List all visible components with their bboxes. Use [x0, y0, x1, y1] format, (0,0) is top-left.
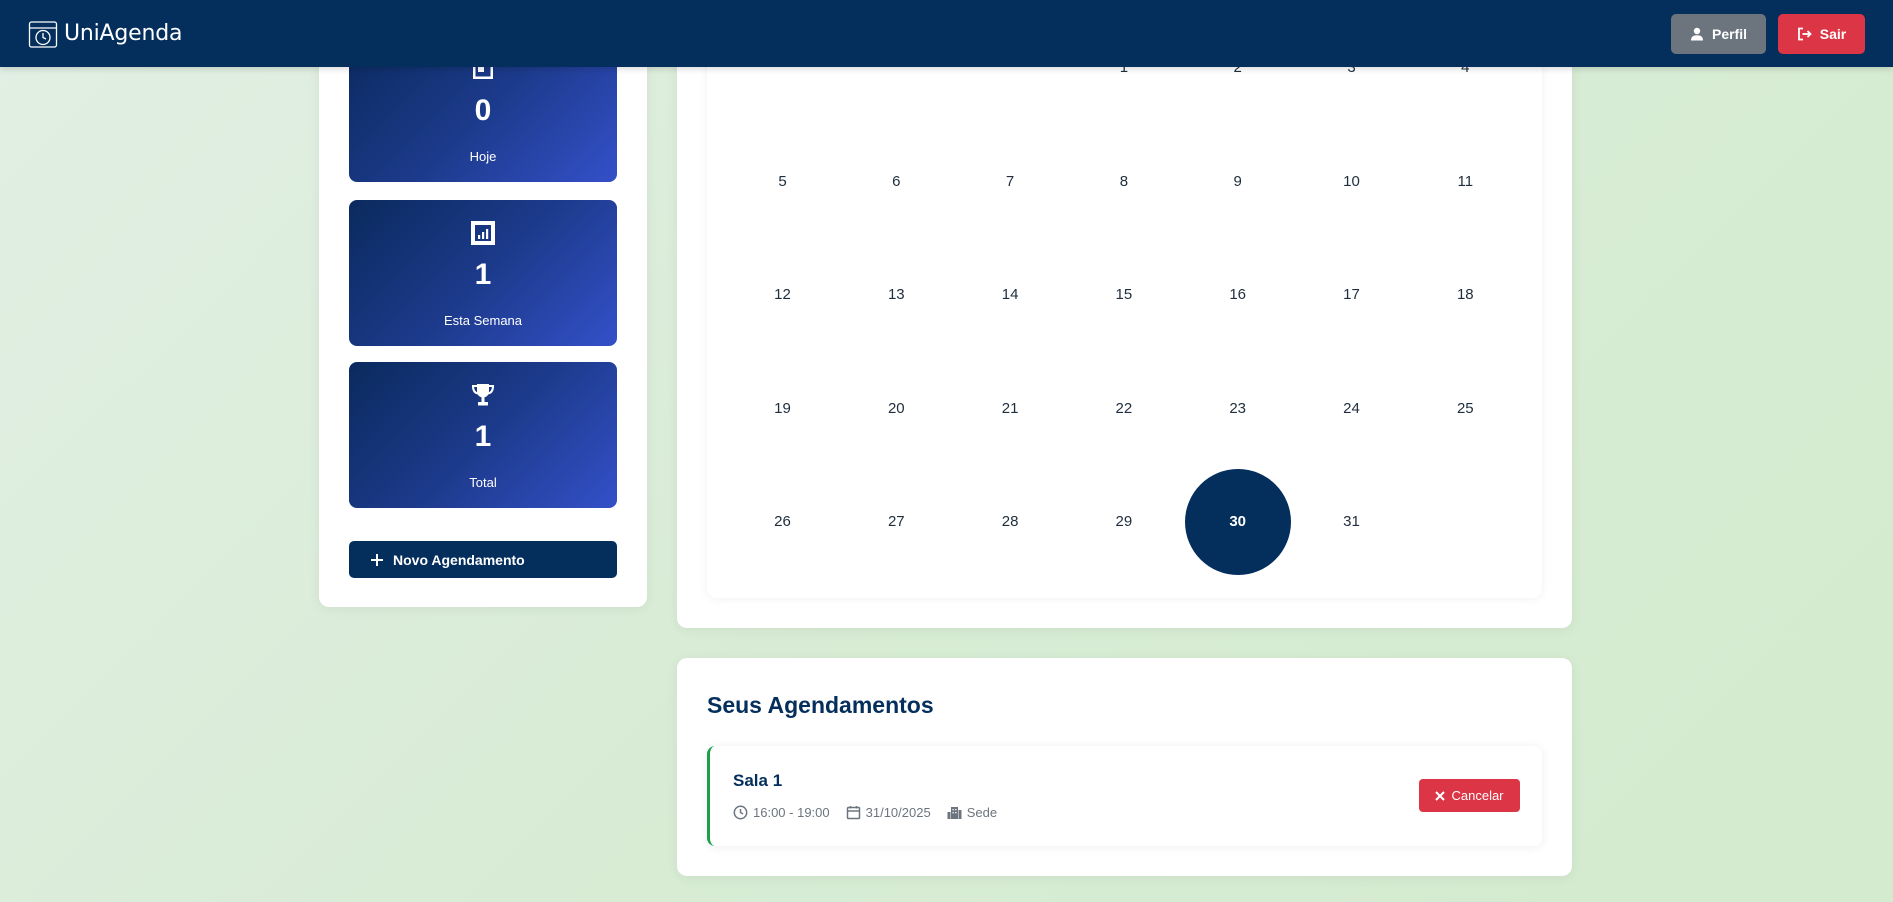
stat-value: 0	[474, 94, 492, 127]
appointment-date: 31/10/2025	[846, 805, 931, 820]
appointment-card: Sala 1 16:00 - 19:00 31/10/2025 Sede Can…	[707, 746, 1542, 846]
user-icon	[1690, 27, 1703, 40]
calendar-day[interactable]: 19	[730, 355, 836, 461]
stat-card-week: 1 Esta Semana	[349, 200, 617, 346]
plus-icon	[371, 553, 383, 566]
appointments-panel: Seus Agendamentos Sala 1 16:00 - 19:00 3…	[677, 658, 1572, 876]
chart-bar-icon	[471, 221, 495, 245]
calendar-day[interactable]: 29	[1071, 469, 1177, 575]
calendar-day[interactable]: 6	[843, 128, 949, 234]
new-appointment-label: Novo Agendamento	[393, 551, 525, 568]
calendar-day[interactable]: 22	[1071, 355, 1177, 461]
stat-label: Esta Semana	[443, 313, 523, 328]
appointment-name: Sala 1	[733, 771, 783, 790]
calendar-panel: 1 2 3 4 5 6 7 8 9 10 11 12 13 14 15 16 17 18 19 20 21 22 23 24 2…	[677, 40, 1572, 628]
appointment-time-text: 16:00 - 19:00	[753, 805, 830, 820]
sign-out-icon	[1797, 27, 1812, 40]
stats-panel: 0 Hoje 1 Esta Semana 1 Total Novo Agenda…	[319, 36, 647, 607]
appointment-date-text: 31/10/2025	[865, 805, 931, 820]
stat-value: 1	[474, 420, 492, 453]
stat-label: Hoje	[469, 149, 497, 164]
brand-name: UniAgenda	[64, 21, 183, 46]
calendar-day[interactable]: 17	[1299, 242, 1405, 348]
cancel-appointment-button[interactable]: Cancelar	[1419, 779, 1520, 812]
profile-button-label: Perfil	[1711, 25, 1747, 42]
building-icon	[947, 807, 962, 819]
calendar-day[interactable]: 21	[957, 355, 1063, 461]
calendar-day[interactable]: 28	[957, 469, 1063, 575]
calendar-day[interactable]: 27	[843, 469, 949, 575]
calendar-day[interactable]: 5	[730, 128, 836, 234]
brand[interactable]: UniAgenda	[28, 19, 183, 49]
appointments-title: Seus Agendamentos	[707, 692, 934, 718]
navbar: UniAgenda Perfil Sair	[0, 0, 1893, 67]
clock-icon	[733, 805, 748, 820]
calendar-day[interactable]: 20	[843, 355, 949, 461]
stat-label: Total	[469, 475, 497, 490]
stat-card-total: 1 Total	[349, 362, 617, 508]
calendar-day[interactable]: 15	[1071, 242, 1177, 348]
trophy-icon	[471, 384, 495, 406]
calendar-day[interactable]: 16	[1185, 242, 1291, 348]
appointment-meta: 16:00 - 19:00 31/10/2025 Sede	[733, 805, 997, 820]
appointment-time: 16:00 - 19:00	[733, 805, 830, 820]
new-appointment-button[interactable]: Novo Agendamento	[349, 541, 617, 578]
calendar-day[interactable]: 18	[1412, 242, 1518, 348]
appointment-location-text: Sede	[966, 805, 998, 820]
profile-button[interactable]: Perfil	[1671, 13, 1766, 54]
calendar-day[interactable]: 14	[957, 242, 1063, 348]
close-icon	[1435, 790, 1446, 801]
appointment-location: Sede	[947, 805, 997, 820]
calendar-day[interactable]: 25	[1412, 355, 1518, 461]
calendar-day[interactable]: 10	[1299, 128, 1405, 234]
calendar-day[interactable]: 9	[1185, 128, 1291, 234]
calendar-day[interactable]: 8	[1071, 128, 1177, 234]
nav-actions: Perfil Sair	[1671, 13, 1865, 54]
calendar-day[interactable]: 24	[1299, 355, 1405, 461]
calendar-day[interactable]: 23	[1185, 355, 1291, 461]
calendar-day[interactable]: 11	[1412, 128, 1518, 234]
calendar-grid: 1 2 3 4 5 6 7 8 9 10 11 12 13 14 15 16 17 18 19 20 21 22 23 24 2…	[707, 40, 1542, 598]
logout-button[interactable]: Sair	[1778, 13, 1865, 54]
calendar-day-selected[interactable]: 30	[1184, 468, 1291, 575]
calendar-day[interactable]: 31	[1299, 469, 1405, 575]
cancel-button-label: Cancelar	[1451, 788, 1504, 803]
calendar-day[interactable]: 7	[957, 128, 1063, 234]
calendar-day[interactable]: 26	[730, 469, 836, 575]
calendar-day[interactable]: 13	[843, 242, 949, 348]
calendar-icon	[846, 806, 860, 820]
logout-button-label: Sair	[1819, 25, 1847, 42]
stat-value: 1	[474, 258, 492, 291]
calendar-day[interactable]: 12	[730, 242, 836, 348]
calendar-clock-icon	[28, 20, 58, 48]
